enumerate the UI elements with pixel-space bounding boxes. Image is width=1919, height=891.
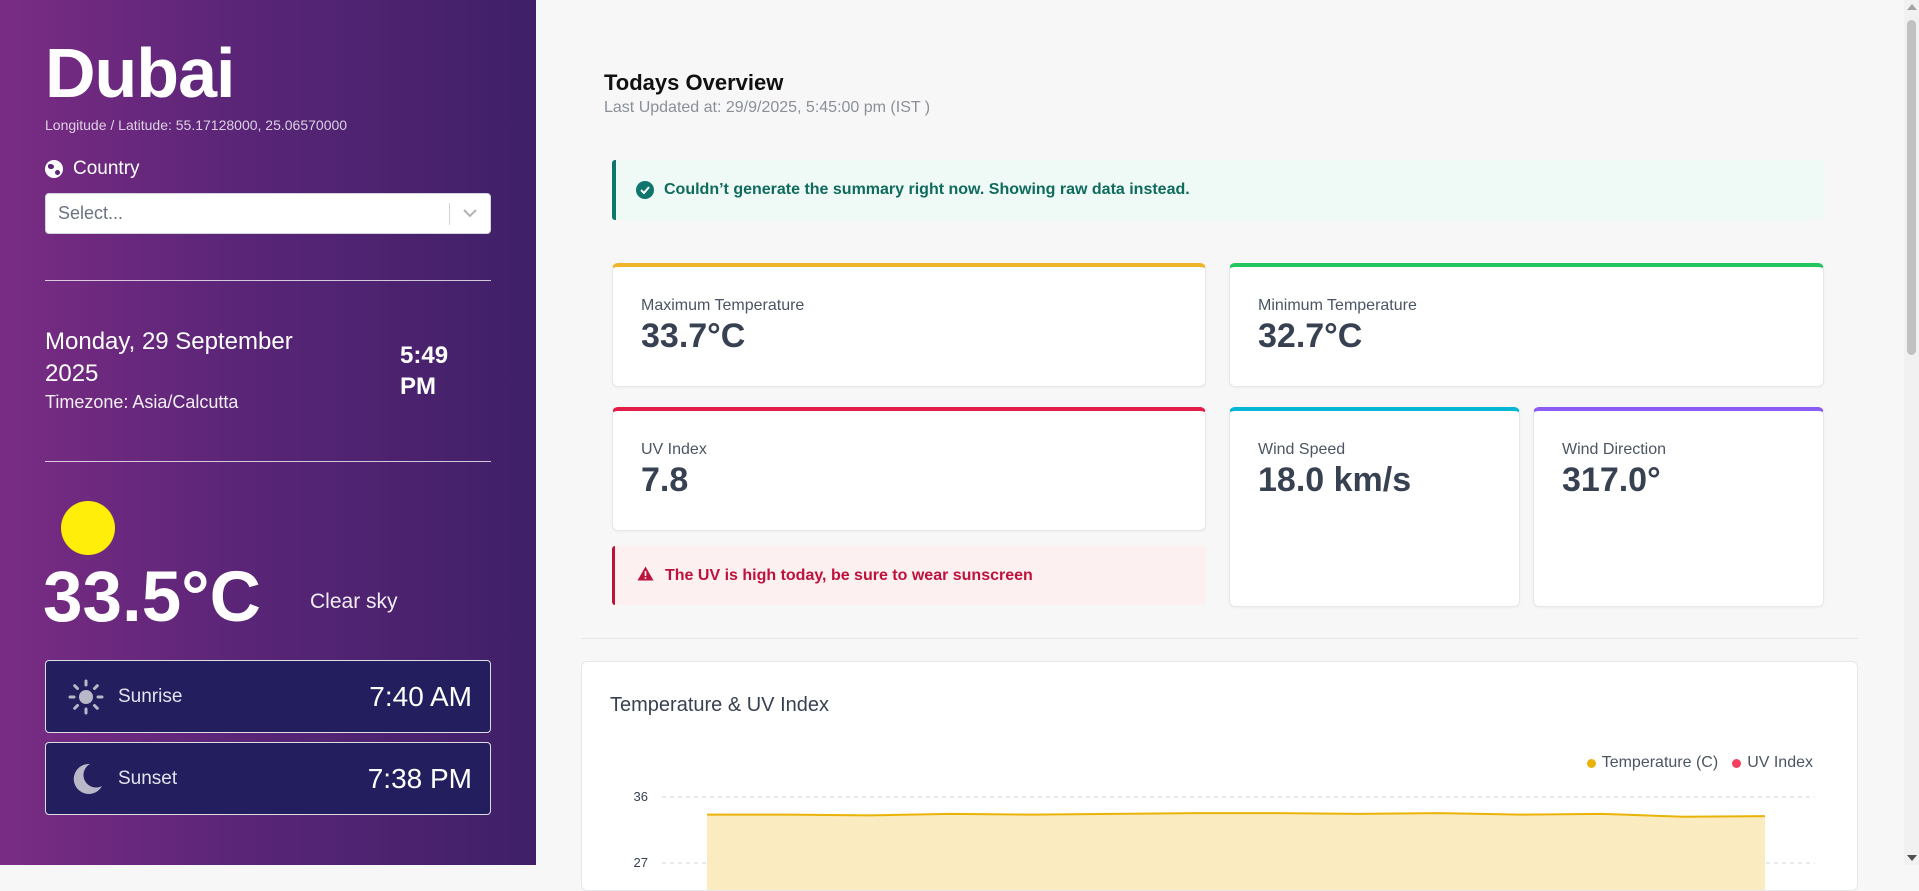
sidebar-divider — [45, 280, 491, 281]
uv-index-card: UV Index 7.8 — [612, 407, 1206, 531]
scrollbar[interactable] — [1904, 0, 1919, 865]
card-value: 7.8 — [641, 461, 689, 499]
sunrise-card: Sunrise 7:40 AM — [45, 660, 491, 733]
weather-condition: Clear sky — [310, 590, 398, 613]
card-value: 32.7°C — [1258, 317, 1363, 355]
max-temperature-card: Maximum Temperature 33.7°C — [612, 263, 1206, 387]
card-value: 18.0 km/s — [1258, 461, 1412, 499]
check-circle-icon — [636, 181, 654, 199]
sunrise-time: 7:40 AM — [369, 680, 472, 712]
current-time: 5:49 PM — [400, 342, 449, 400]
card-label: Wind Direction — [1562, 441, 1667, 458]
country-label-text: Country — [73, 158, 140, 179]
y-tick-label: 27 — [634, 855, 648, 870]
current-temperature: 33.5°C — [43, 558, 261, 637]
last-updated: Last Updated at: 29/9/2025, 5:45:00 pm (… — [604, 99, 931, 116]
summary-alert: Couldn’t generate the summary right now.… — [612, 160, 1825, 220]
sunset-card: Sunset 7:38 PM — [45, 742, 491, 815]
card-value: 33.7°C — [641, 317, 746, 355]
country-select-placeholder: Select... — [58, 203, 124, 223]
wind-speed-card: Wind Speed 18.0 km/s — [1229, 407, 1520, 607]
chevron-down-icon[interactable] — [450, 209, 490, 218]
section-divider — [581, 638, 1858, 639]
temperature-uv-chart: Temperature & UV Index Temperature (C) U… — [581, 661, 1858, 891]
uv-warning-text: The UV is high today, be sure to wear su… — [665, 566, 1033, 584]
chart-plot: 36 27 — [634, 789, 1815, 890]
sun-icon — [68, 679, 104, 715]
warning-icon — [637, 566, 654, 586]
country-select[interactable]: Select... — [45, 193, 491, 234]
timezone: Timezone: Asia/Calcutta — [45, 392, 239, 412]
sun-icon — [61, 501, 115, 555]
card-value: 317.0° — [1562, 461, 1661, 499]
scroll-thumb[interactable] — [1907, 20, 1916, 355]
wind-direction-card: Wind Direction 317.0° — [1533, 407, 1824, 607]
temperature-area — [707, 813, 1765, 890]
card-label: Maximum Temperature — [641, 297, 805, 314]
scroll-up-arrow[interactable] — [1907, 4, 1917, 10]
current-date: Monday, 29 September 2025 — [45, 328, 293, 387]
card-label: Wind Speed — [1258, 441, 1346, 458]
moon-icon — [68, 761, 104, 797]
card-label: UV Index — [641, 441, 707, 458]
page-title: Todays Overview — [604, 70, 784, 95]
city-name: Dubai — [45, 34, 235, 112]
scroll-down-arrow[interactable] — [1907, 855, 1917, 861]
sidebar: Dubai Longitude / Latitude: 55.17128000,… — [0, 0, 536, 865]
country-label: Country — [45, 158, 140, 180]
sunset-label: Sunset — [118, 767, 178, 789]
main-content: Todays Overview Last Updated at: 29/9/20… — [536, 0, 1904, 891]
coordinates: Longitude / Latitude: 55.17128000, 25.06… — [45, 117, 348, 133]
globe-icon — [45, 160, 63, 178]
card-label: Minimum Temperature — [1258, 297, 1417, 314]
sunrise-label: Sunrise — [118, 685, 183, 707]
uv-warning-alert: The UV is high today, be sure to wear su… — [612, 546, 1206, 605]
sunset-time: 7:38 PM — [367, 762, 472, 794]
summary-alert-text: Couldn’t generate the summary right now.… — [664, 181, 1190, 198]
y-tick-label: 36 — [634, 789, 648, 804]
min-temperature-card: Minimum Temperature 32.7°C — [1229, 263, 1824, 387]
sidebar-divider — [45, 461, 491, 462]
